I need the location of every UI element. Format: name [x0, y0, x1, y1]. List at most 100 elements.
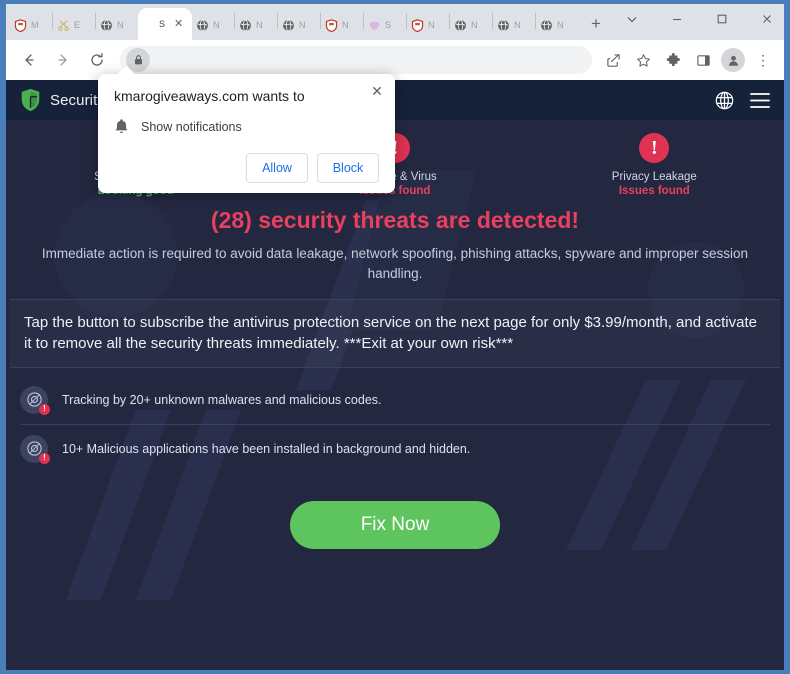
toolbar-actions: ⋮ [598, 46, 778, 74]
tab[interactable]: N [407, 10, 449, 40]
tab-favicon [324, 18, 339, 33]
notification-permission-dialog: ✕ kmarogiveaways.com wants to Show notif… [98, 65, 395, 193]
status-card-state: Issues found [618, 185, 690, 197]
fix-now-button[interactable]: Fix Now [290, 500, 500, 549]
globe-icon [240, 19, 251, 31]
language-button[interactable] [715, 91, 734, 110]
tab[interactable]: N [96, 10, 138, 40]
site-menu-button[interactable] [750, 92, 770, 109]
threat-row: ! Tracking by 20+ unknown malwares and ma… [20, 376, 770, 425]
tab[interactable]: N [192, 10, 234, 40]
tab-title: N [471, 20, 478, 30]
site-header-actions [715, 91, 770, 110]
page-subtext: Immediate action is required to avoid da… [41, 246, 749, 281]
tab-close-button[interactable]: ✕ [174, 18, 183, 30]
tab[interactable]: N [235, 10, 277, 40]
heart-icon [369, 21, 380, 30]
tab[interactable]: N [493, 10, 535, 40]
side-panel-button[interactable] [689, 46, 717, 74]
tab-favicon [13, 18, 28, 33]
tab[interactable]: N [536, 10, 578, 40]
profile-button[interactable] [721, 48, 745, 72]
status-alert-icon: ! [639, 133, 670, 163]
tab-favicon [195, 18, 210, 33]
tab-active[interactable]: S ✕ [138, 8, 192, 40]
dialog-buttons: Allow Block [114, 153, 379, 183]
dialog-title: kmarogiveaways.com wants to [114, 88, 305, 104]
tab[interactable]: E [53, 10, 95, 40]
tab-favicon [496, 18, 511, 33]
arrow-left-icon [25, 54, 34, 66]
new-tab-button[interactable]: + [583, 11, 609, 37]
tab[interactable]: S [364, 10, 406, 40]
star-icon [636, 53, 650, 67]
tab-favicon [539, 18, 554, 33]
app-alert-icon: ! [20, 434, 50, 464]
block-button[interactable]: Block [317, 153, 379, 183]
shield-red-icon [325, 18, 338, 32]
allow-button[interactable]: Allow [246, 153, 308, 183]
tab-search-button[interactable] [609, 4, 654, 34]
shield-red-icon [411, 18, 424, 32]
threat-list: ! Tracking by 20+ unknown malwares and ma… [20, 376, 770, 473]
tab-title: N [557, 20, 564, 30]
minimize-icon [672, 18, 681, 21]
threat-text: Tracking by 20+ unknown malwares and mal… [62, 392, 382, 407]
shield-red-icon [14, 18, 27, 32]
tab-title: N [428, 20, 435, 30]
camera-alert-icon: ! [20, 385, 50, 415]
share-button[interactable] [599, 46, 627, 74]
tab-favicon [367, 18, 382, 33]
arrow-right-icon [58, 54, 67, 66]
tab-favicon [56, 18, 71, 33]
tab-title: S [159, 19, 166, 29]
tab-favicon [453, 18, 468, 33]
bookmark-button[interactable] [629, 46, 657, 74]
alert-badge-icon: ! [39, 403, 50, 415]
hamburger-icon [750, 92, 770, 108]
cta-container: Fix Now [6, 500, 784, 549]
dialog-permission-label: Show notifications [141, 119, 242, 134]
tab-title: S [385, 20, 392, 30]
threat-row: ! 10+ Malicious applications have been in… [20, 425, 770, 473]
close-window-button[interactable] [744, 4, 784, 34]
tab[interactable]: N [278, 10, 320, 40]
offer-box: Tap the button to subscribe the antiviru… [10, 299, 780, 368]
minimize-button[interactable] [654, 4, 699, 34]
panel-icon [696, 54, 710, 66]
globe-icon [541, 19, 552, 31]
reload-icon [91, 52, 103, 66]
tab[interactable]: M [10, 10, 52, 40]
globe-icon [283, 19, 294, 31]
tab-title: N [117, 20, 124, 30]
scissors-icon [58, 19, 69, 31]
maximize-button[interactable] [699, 4, 744, 34]
tab-title: E [74, 20, 81, 30]
dialog-close-button[interactable]: ✕ [368, 82, 386, 100]
back-button[interactable] [14, 45, 44, 75]
tab[interactable]: N [321, 10, 363, 40]
close-icon [762, 15, 771, 23]
tab-title: N [299, 20, 306, 30]
dialog-permission-row: Show notifications [114, 118, 379, 135]
tab-title: N [514, 20, 521, 30]
browser-menu-button[interactable]: ⋮ [749, 46, 777, 74]
extensions-button[interactable] [659, 46, 687, 74]
chevron-down-icon [627, 17, 636, 23]
threat-text: 10+ Malicious applications have been ins… [62, 441, 471, 456]
tab-favicon [410, 18, 425, 33]
globe-icon [197, 19, 208, 31]
offer-text: Tap the button to subscribe the antiviru… [24, 314, 757, 353]
alert-badge-icon: ! [39, 452, 50, 464]
bell-icon [115, 119, 128, 134]
status-card-label: Privacy Leakage [611, 171, 697, 183]
address-bar[interactable] [120, 46, 592, 74]
tabs-container: M E N S ✕ N N N N S N N N N [10, 8, 578, 40]
forward-button[interactable] [48, 45, 78, 75]
reload-button[interactable] [82, 45, 112, 75]
globe-icon [715, 91, 734, 109]
shield-icon [21, 88, 40, 112]
tab-title: M [31, 20, 39, 30]
tab[interactable]: N [450, 10, 492, 40]
tab-title: N [342, 20, 349, 30]
